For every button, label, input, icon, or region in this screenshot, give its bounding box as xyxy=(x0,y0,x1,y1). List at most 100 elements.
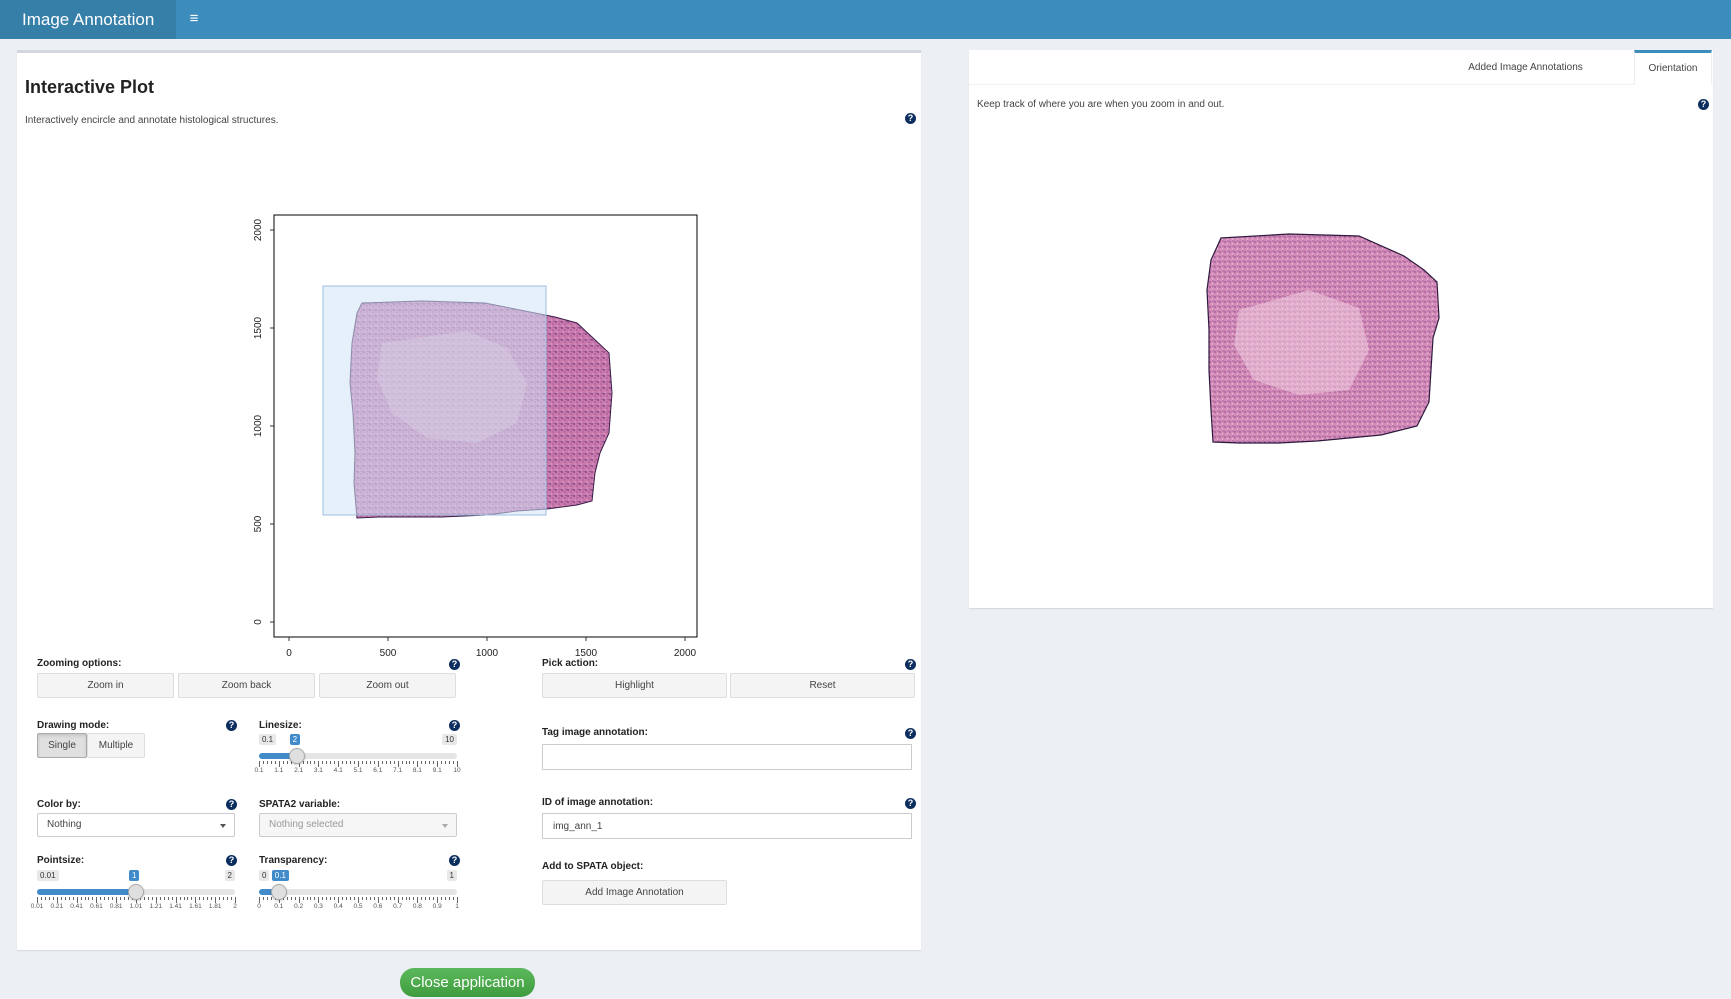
slider-value-label: 0.1 xyxy=(271,870,289,881)
spata2-variable-label: SPATA2 variable: xyxy=(259,799,341,810)
slider-tick-label: 1.81 xyxy=(208,903,222,910)
slider-tick xyxy=(381,897,383,900)
pointsize-slider[interactable]: 0.01 2 1 0.01 0.21 0.41 0.61 0.81 1.01 1.21 1.4… xyxy=(31,870,237,920)
slider-tick xyxy=(421,761,423,764)
help-icon[interactable]: ? xyxy=(449,720,460,731)
slider-tick xyxy=(294,897,296,900)
slider-tick xyxy=(350,897,352,900)
slider-tick xyxy=(286,897,288,900)
slider-tick xyxy=(445,897,447,900)
slider-tick xyxy=(270,761,272,764)
slider-tick xyxy=(282,761,284,764)
slider-tick xyxy=(334,897,336,900)
slider-tick xyxy=(314,897,316,900)
slider-handle[interactable] xyxy=(288,748,305,764)
add-to-spata-label: Add to SPATA object: xyxy=(542,861,644,872)
slider-tick-label: 0 xyxy=(257,903,261,910)
slider-tick xyxy=(143,897,145,900)
slider-tick xyxy=(381,761,383,764)
help-icon[interactable]: ? xyxy=(226,799,237,810)
slider-tick-label: 8.1 xyxy=(412,767,422,774)
slider-tick-label: 0.1 xyxy=(274,903,284,910)
y-tick-label: 1000 xyxy=(253,414,264,437)
help-icon[interactable]: ? xyxy=(905,728,916,739)
zoom-back-button[interactable]: Zoom back xyxy=(178,673,315,698)
y-tick-label: 0 xyxy=(253,619,264,625)
slider-tick xyxy=(365,897,367,900)
help-icon[interactable]: ? xyxy=(226,720,237,731)
slider-tick xyxy=(159,897,161,900)
slider-tick-label: 0.7 xyxy=(393,903,403,910)
help-icon[interactable]: ? xyxy=(905,659,916,670)
help-icon[interactable]: ? xyxy=(1698,99,1709,110)
tag-annotation-input[interactable] xyxy=(542,744,912,770)
slider-handle[interactable] xyxy=(128,884,144,900)
slider-tick xyxy=(330,761,332,764)
color-by-select[interactable]: Nothing xyxy=(37,813,235,837)
annotation-id-input[interactable] xyxy=(542,813,912,839)
add-image-annotation-button[interactable]: Add Image Annotation xyxy=(542,880,727,905)
slider-track[interactable] xyxy=(259,889,457,895)
slider-tick xyxy=(167,897,169,900)
slider-tick xyxy=(326,761,328,764)
help-icon[interactable]: ? xyxy=(226,855,237,866)
app-title[interactable]: Image Annotation xyxy=(0,0,176,39)
slider-handle[interactable] xyxy=(270,884,287,900)
tab-added-image-annotations[interactable]: Added Image Annotations xyxy=(1449,50,1602,85)
slider-tick xyxy=(290,897,292,900)
slider-tick-label: 1 xyxy=(455,903,459,910)
slider-tick xyxy=(401,761,403,764)
help-icon[interactable]: ? xyxy=(449,659,460,670)
menu-toggle-icon[interactable]: ≡ xyxy=(176,0,212,39)
slider-tick xyxy=(445,761,447,764)
chevron-down-icon xyxy=(220,824,226,828)
spata2-variable-value: Nothing selected xyxy=(269,819,344,830)
slider-tick xyxy=(147,897,149,900)
slider-tick xyxy=(429,897,431,900)
zoom-out-button[interactable]: Zoom out xyxy=(319,673,456,698)
single-mode-button[interactable]: Single xyxy=(37,733,87,758)
slider-tick xyxy=(354,897,356,900)
slider-tick-label: 2 xyxy=(233,903,237,910)
slider-tick-label: 4.1 xyxy=(333,767,343,774)
help-icon[interactable]: ? xyxy=(905,113,916,124)
slider-tick-label: 0.41 xyxy=(70,903,83,910)
slider-tick-label: 9.1 xyxy=(432,767,442,774)
transparency-slider[interactable]: 0 1 0.1 0 0.1 0.2 0.3 0.4 0.5 0.6 0.7 0.8 0.9 1 xyxy=(257,870,459,920)
slider-tick xyxy=(433,761,435,764)
close-application-button[interactable]: Close application xyxy=(400,968,535,997)
help-icon[interactable]: ? xyxy=(905,798,916,809)
slider-tick xyxy=(449,897,451,900)
slider-tick xyxy=(179,897,181,900)
zoom-in-button[interactable]: Zoom in xyxy=(37,673,174,698)
interactive-plot[interactable]: 0 500 1000 1500 2000 0 500 1000 1500 200… xyxy=(207,153,727,673)
slider-tick xyxy=(314,761,316,764)
orientation-thumbnail xyxy=(1206,233,1440,444)
slider-tick xyxy=(322,897,324,900)
highlight-button[interactable]: Highlight xyxy=(542,673,727,698)
tab-orientation[interactable]: Orientation xyxy=(1634,50,1712,85)
slider-tick-label: 1.1 xyxy=(274,767,284,774)
reset-button[interactable]: Reset xyxy=(730,673,915,698)
color-by-label: Color by: xyxy=(37,799,81,810)
slider-tick xyxy=(262,761,264,764)
slider-tick xyxy=(350,761,352,764)
slider-tick xyxy=(441,897,443,900)
slider-tick xyxy=(44,897,46,900)
zoom-selection-rect[interactable] xyxy=(322,285,547,516)
x-tick-label: 0 xyxy=(286,648,292,659)
panel-title: Interactive Plot xyxy=(25,77,155,97)
slider-tick xyxy=(302,897,304,900)
slider-tick xyxy=(413,761,415,764)
linesize-slider[interactable]: 0.1 10 2 0.1 1.1 2.1 3.1 4.1 5.1 6.1 7.1 8.1 9.1 1… xyxy=(254,734,461,784)
x-axis: 0 500 1000 1500 2000 xyxy=(286,637,697,659)
spata2-variable-select[interactable]: Nothing selected xyxy=(259,813,457,837)
slider-value-label: 1 xyxy=(129,870,140,881)
slider-min-label: 0.1 xyxy=(259,734,277,745)
multiple-mode-button[interactable]: Multiple xyxy=(87,733,145,758)
slider-tick-label: 0.81 xyxy=(109,903,123,910)
slider-tick-label: 0.2 xyxy=(294,903,304,910)
help-icon[interactable]: ? xyxy=(449,855,460,866)
slider-tick xyxy=(274,761,276,764)
slider-tick xyxy=(405,897,407,900)
